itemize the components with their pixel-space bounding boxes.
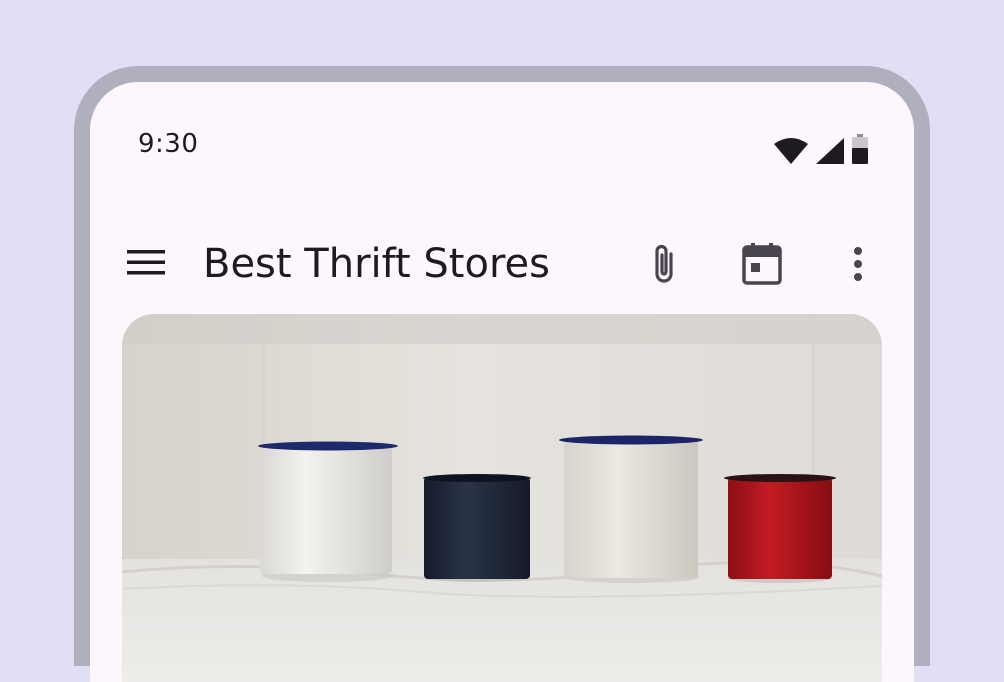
- more-options-button[interactable]: [832, 240, 884, 292]
- status-bar: 9:30: [90, 82, 914, 212]
- calendar-icon: [742, 243, 782, 289]
- wifi-icon: [774, 138, 808, 168]
- more-vert-icon: [852, 246, 864, 286]
- battery-icon: [852, 134, 868, 168]
- menu-button[interactable]: [122, 240, 170, 288]
- page-title: Best Thrift Stores: [203, 241, 550, 287]
- top-app-bar: Best Thrift Stores: [90, 212, 914, 316]
- device-frame: 9:30 Best Thrift Stores: [74, 66, 930, 682]
- status-icons: [774, 134, 868, 168]
- cellular-signal-icon: [816, 138, 844, 168]
- calendar-button[interactable]: [736, 240, 788, 292]
- enamel-mugs-photo: [122, 314, 882, 682]
- attach-icon: [649, 242, 679, 290]
- device-screen: 9:30 Best Thrift Stores: [90, 82, 914, 682]
- status-time: 9:30: [138, 129, 199, 159]
- menu-icon: [127, 248, 165, 280]
- attach-button[interactable]: [638, 240, 690, 292]
